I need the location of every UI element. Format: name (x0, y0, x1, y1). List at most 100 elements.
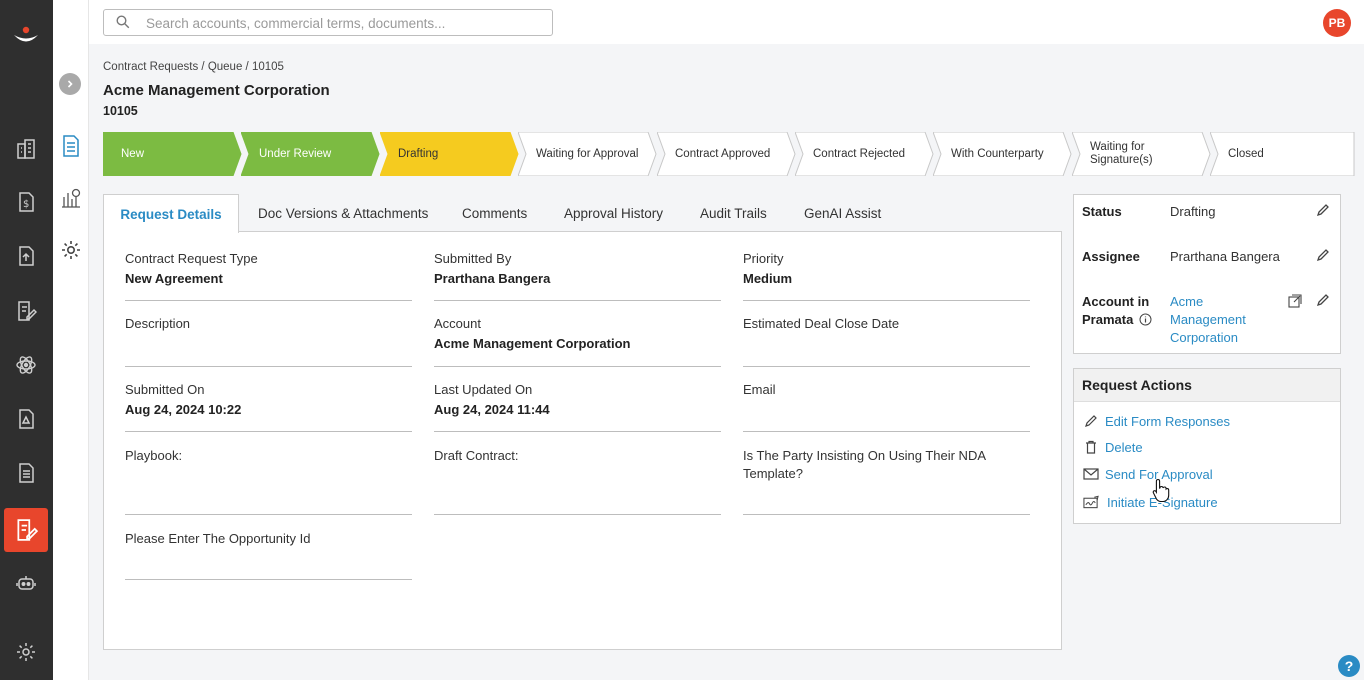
buildings-icon[interactable] (11, 134, 41, 164)
global-search[interactable] (103, 9, 553, 36)
help-button[interactable]: ? (1338, 655, 1360, 677)
field-value: Acme Management Corporation (434, 336, 631, 351)
field-value: Aug 24, 2024 11:44 (434, 402, 550, 417)
stage-new[interactable]: New (103, 132, 249, 176)
tab-doc-versions[interactable]: Doc Versions & Attachments (258, 194, 428, 232)
stage-waiting-for-approval[interactable]: Waiting for Approval (518, 132, 664, 176)
tab-request-details[interactable]: Request Details (103, 194, 239, 233)
edit-form-responses-action[interactable]: Edit Form Responses (1083, 413, 1230, 429)
stage-contract-rejected[interactable]: Contract Rejected (795, 132, 941, 176)
settings-icon[interactable] (11, 637, 41, 667)
stage-label: Waiting for Approval (536, 147, 639, 160)
envelope-icon (1083, 466, 1099, 482)
stage-label: Contract Approved (675, 147, 771, 160)
tab-comments[interactable]: Comments (462, 194, 527, 232)
document-icon[interactable] (59, 134, 83, 158)
field-last-updated-on: Last Updated On Aug 24, 2024 11:44 (434, 381, 721, 432)
hand-cursor-icon (1152, 478, 1170, 505)
info-icon[interactable] (1139, 313, 1152, 326)
page-title: Acme Management Corporation (103, 82, 330, 99)
field-label: Email (743, 382, 776, 397)
field-submitted-on: Submitted On Aug 24, 2024 10:22 (125, 381, 412, 432)
action-label: Edit Form Responses (1105, 413, 1230, 429)
action-label: Delete (1105, 439, 1143, 455)
tab-audit-trails[interactable]: Audit Trails (700, 194, 767, 232)
field-playbook: Playbook: (125, 447, 412, 515)
breadcrumb[interactable]: Contract Requests / Queue / 10105 (103, 61, 284, 73)
report-icon[interactable] (59, 186, 83, 210)
field-value: New Agreement (125, 271, 223, 286)
field-contract-request-type: Contract Request Type New Agreement (125, 250, 412, 301)
edit-status-pencil-icon[interactable] (1316, 203, 1330, 217)
request-id: 10105 (103, 104, 138, 118)
send-for-approval-action[interactable]: Send For Approval (1083, 466, 1213, 482)
stage-drafting[interactable]: Drafting (380, 132, 526, 176)
stage-contract-approved[interactable]: Contract Approved (657, 132, 803, 176)
field-value: Medium (743, 271, 793, 286)
list-document-icon[interactable] (11, 458, 41, 488)
status-value: Drafting (1170, 204, 1216, 219)
left-nav-rail: $ (0, 0, 53, 680)
field-label: Submitted On (125, 382, 205, 397)
upload-document-icon[interactable] (11, 241, 41, 271)
stage-label: New (121, 147, 145, 160)
field-label: Account (434, 316, 481, 331)
initiate-esignature-action[interactable]: Initiate E-Signature (1083, 494, 1218, 510)
tab-approval-history[interactable]: Approval History (564, 194, 663, 232)
edit-account-pencil-icon[interactable] (1316, 293, 1330, 307)
stage-waiting-for-signature-s[interactable]: Waiting for Signature(s) (1072, 132, 1218, 176)
trash-icon (1083, 439, 1099, 455)
field-label: Contract Request Type (125, 251, 258, 266)
edit-assignee-pencil-icon[interactable] (1316, 248, 1330, 262)
status-panel: Status Drafting Assignee Prarthana Bange… (1073, 194, 1341, 354)
atom-icon[interactable] (11, 350, 41, 380)
field-priority: Priority Medium (743, 250, 1030, 301)
field-estimated-close-date: Estimated Deal Close Date (743, 315, 1030, 367)
tab-genai-assist[interactable]: GenAI Assist (804, 194, 881, 232)
stage-label: Waiting for Signature(s) (1090, 141, 1153, 166)
field-email: Email (743, 381, 1030, 432)
contract-requests-icon[interactable] (4, 508, 48, 552)
field-submitted-by: Submitted By Prarthana Bangera (434, 250, 721, 301)
user-avatar[interactable]: PB (1323, 9, 1351, 37)
stage-with-counterparty[interactable]: With Counterparty (933, 132, 1079, 176)
field-label: Draft Contract: (434, 448, 519, 463)
search-icon (116, 15, 130, 32)
field-value: Aug 24, 2024 10:22 (125, 402, 242, 417)
stage-label: Drafting (398, 147, 439, 160)
field-draft-contract: Draft Contract: (434, 447, 721, 515)
alert-document-icon[interactable] (11, 404, 41, 434)
account-link[interactable]: Acme Management Corporation (1170, 293, 1270, 347)
search-input[interactable] (146, 13, 546, 33)
field-description: Description (125, 315, 412, 367)
field-label: Estimated Deal Close Date (743, 316, 900, 331)
signature-icon (1083, 494, 1099, 510)
status-label: Status (1082, 204, 1122, 219)
open-account-icon[interactable] (1288, 294, 1302, 308)
edit-document-icon[interactable] (11, 296, 41, 326)
top-bar: PB (89, 0, 1364, 44)
request-details-panel: Contract Request Type New Agreement Subm… (103, 231, 1062, 650)
field-label: Playbook: (125, 448, 183, 463)
assignee-label: Assignee (1082, 249, 1140, 264)
stage-label: Contract Rejected (813, 147, 906, 160)
stage-closed[interactable]: Closed (1210, 132, 1356, 176)
stage-label: Under Review (259, 147, 332, 160)
field-label: Please Enter The Opportunity Id (125, 531, 311, 546)
field-label: Last Updated On (434, 382, 533, 397)
account-in-pramata-label: Account in Pramata (1082, 293, 1164, 329)
app-logo[interactable] (10, 18, 42, 50)
field-label: Submitted By (434, 251, 512, 266)
delete-action[interactable]: Delete (1083, 439, 1143, 455)
gear-icon[interactable] (59, 238, 83, 262)
expand-chevron-icon[interactable] (59, 73, 81, 95)
secondary-nav-rail (53, 0, 89, 680)
request-actions-title: Request Actions (1074, 369, 1340, 402)
field-value: Prarthana Bangera (434, 271, 551, 286)
stage-tracker: New Under Review Drafting Waiting for Appro… (103, 132, 1356, 176)
pencil-icon (1083, 413, 1099, 429)
stage-under-review[interactable]: Under Review (241, 132, 387, 176)
dollar-document-icon[interactable]: $ (11, 187, 41, 217)
stage-label: Closed (1228, 147, 1264, 160)
bot-icon[interactable] (11, 568, 41, 598)
